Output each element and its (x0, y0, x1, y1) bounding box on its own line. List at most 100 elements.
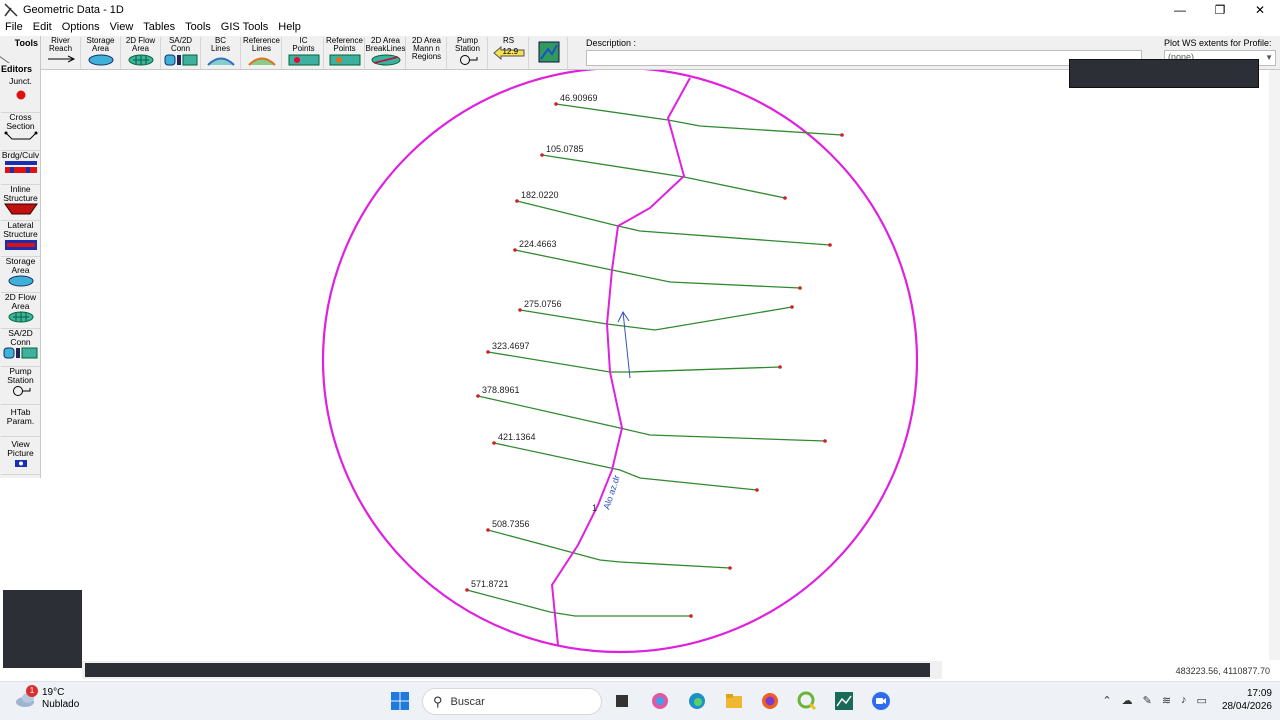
storage-area-button[interactable]: Storage Area (81, 37, 121, 69)
river-reach-centerline[interactable] (550, 77, 691, 646)
minimize-button[interactable]: — (1160, 0, 1200, 19)
battery-icon[interactable]: ▭ (1197, 694, 1207, 707)
inline-structure-editor-button[interactable]: Inline Structure (1, 185, 40, 221)
rs-icon: 12.9 (492, 46, 525, 60)
menu-help[interactable]: Help (273, 19, 306, 36)
storage-area-editor-button[interactable]: Storage Area (1, 257, 40, 293)
cross-section-line[interactable] (466, 589, 691, 617)
rs-button[interactable]: RS 12.9 (489, 37, 529, 69)
reference-lines-button[interactable]: Reference Lines (242, 37, 282, 69)
rs-value: 12.9 (502, 47, 519, 56)
copilot-icon[interactable] (650, 691, 670, 711)
pump-station-editor-button[interactable]: Pump Station (1, 367, 40, 405)
reference-points-button[interactable]: Reference Points (325, 37, 365, 69)
gis-map-button[interactable] (530, 37, 568, 69)
tools-label: Tools (14, 38, 38, 48)
hec-ras-icon[interactable] (834, 691, 854, 711)
plot-ws-extents-label: Plot WS extents for Profile: (1164, 38, 1272, 48)
river-reach-button[interactable]: River Reach (41, 37, 81, 69)
file-explorer-icon[interactable] (724, 691, 744, 711)
lateral-structure-icon (4, 240, 37, 250)
menu-options[interactable]: Options (57, 19, 105, 36)
cross-section-editor-button[interactable]: Cross Section (1, 113, 40, 151)
clock-date: 28/04/2026 (1221, 701, 1272, 712)
cross-section-line[interactable] (487, 351, 781, 373)
flow-direction-arrow (622, 311, 631, 379)
cross-section-end-point (840, 133, 844, 137)
vertical-scrollbar[interactable] (1269, 70, 1280, 660)
title-bar: Geometric Data - 1D — ❐ ✕ (0, 0, 1280, 19)
sa-2d-conn-button[interactable]: SA/2D Conn (161, 37, 201, 69)
cross-section-line[interactable] (519, 306, 793, 331)
cross-section-end-point (828, 243, 832, 247)
weather-temp: 19°C (42, 687, 65, 698)
pump-station-button[interactable]: Pump Station (448, 37, 488, 69)
horizontal-scrollbar-thumb[interactable] (85, 663, 930, 677)
cross-section-station-label: 421.1364 (498, 432, 536, 442)
edge-browser-icon[interactable] (687, 691, 707, 711)
2d-flow-area-editor-button[interactable]: 2D Flow Area (1, 293, 40, 329)
hec-ras-geometric-data-window: Geometric Data - 1D — ❐ ✕ File Edit Opti… (0, 0, 1280, 720)
menu-file[interactable]: File (0, 19, 28, 36)
cross-section-station-label: 182.0220 (521, 190, 559, 200)
menu-view[interactable]: View (105, 19, 139, 36)
editors-panel: Editors Junct. Cross Section Brdg/Culv I… (0, 63, 41, 478)
zoom-icon[interactable] (871, 691, 891, 711)
menu-tools[interactable]: Tools (180, 19, 216, 36)
firefox-icon[interactable] (760, 691, 780, 711)
close-button[interactable]: ✕ (1240, 0, 1280, 19)
cross-section-start-point (486, 528, 490, 532)
cross-section-line[interactable] (555, 103, 843, 136)
2d-area-breaklines-button[interactable]: 2D Area BreakLines (365, 37, 406, 69)
cross-section-start-point (476, 394, 480, 398)
pump-station-icon (459, 55, 477, 65)
junction-icon (16, 90, 25, 100)
cross-section-station-label: 275.0756 (524, 299, 562, 309)
maximize-button[interactable]: ❐ (1200, 0, 1240, 19)
sa-2d-conn-editor-button[interactable]: SA/2D Conn (1, 329, 40, 367)
cross-section-line[interactable] (541, 154, 786, 199)
2d-flow-area-button[interactable]: 2D Flow Area (121, 37, 161, 69)
cross-section-start-point (518, 308, 522, 312)
description-input[interactable] (586, 50, 1142, 66)
cross-section-line[interactable] (516, 200, 831, 246)
geometry-map: 46.90969 105.0785 182.0220 224.4663 275.0756… (321, 70, 919, 654)
view-picture-editor-button[interactable]: View Picture (1, 437, 40, 475)
pen-icon[interactable]: ✎ (1143, 694, 1152, 707)
bc-lines-button[interactable]: BC Lines (201, 37, 241, 69)
cross-section-line[interactable] (514, 249, 801, 289)
taskbar-search-box[interactable]: ⚲ Buscar (422, 688, 602, 715)
htab-param-editor-button[interactable]: HTab Param. (1, 405, 40, 437)
bridge-culvert-editor-button[interactable]: Brdg/Culv (1, 151, 40, 185)
geometry-canvas[interactable]: 46.90969 105.0785 182.0220 224.4663 275.0756… (42, 70, 1269, 660)
menu-edit[interactable]: Edit (28, 19, 57, 36)
chevron-up-icon[interactable]: ⌃ (1102, 694, 1111, 707)
cross-section-end-point (689, 614, 693, 618)
cross-section-station-label: 508.7356 (492, 519, 530, 529)
menu-tables[interactable]: Tables (138, 19, 180, 36)
sa-2d-conn-editor-icon (3, 347, 37, 359)
clock[interactable]: 17:09 28/04/2026 (1222, 687, 1272, 713)
windows-start-icon[interactable] (390, 691, 410, 711)
volume-icon[interactable]: ♪ (1181, 694, 1187, 706)
menu-gis-tools[interactable]: GIS Tools (216, 19, 274, 36)
cross-section-end-point (728, 566, 732, 570)
cross-section-line[interactable] (487, 529, 731, 569)
2d-flow-area-icon (128, 54, 153, 66)
qgis-icon[interactable] (797, 691, 817, 711)
junction-editor-button[interactable]: Junct. (1, 77, 40, 113)
2d-area-mann-n-regions-button[interactable]: 2D Area Mann n Regions (407, 37, 447, 69)
cross-section-line[interactable] (493, 442, 758, 491)
wifi-icon[interactable]: ≋ (1162, 694, 1171, 707)
2d-flow-area-editor-icon (8, 311, 33, 323)
cross-section-station-label: 378.8961 (482, 385, 520, 395)
storage-area-editor-icon (8, 275, 33, 287)
ic-points-icon (288, 54, 319, 66)
lateral-structure-editor-button[interactable]: Lateral Structure (1, 221, 40, 257)
weather-widget[interactable]: 1 19°C Nublado (14, 685, 79, 711)
onedrive-icon[interactable]: ☁ (1122, 694, 1133, 707)
sa-2d-conn-icon (164, 54, 197, 66)
ic-points-button[interactable]: IC Points (284, 37, 324, 69)
task-view-icon[interactable] (612, 691, 632, 711)
clock-time: 17:09 (1246, 688, 1272, 699)
